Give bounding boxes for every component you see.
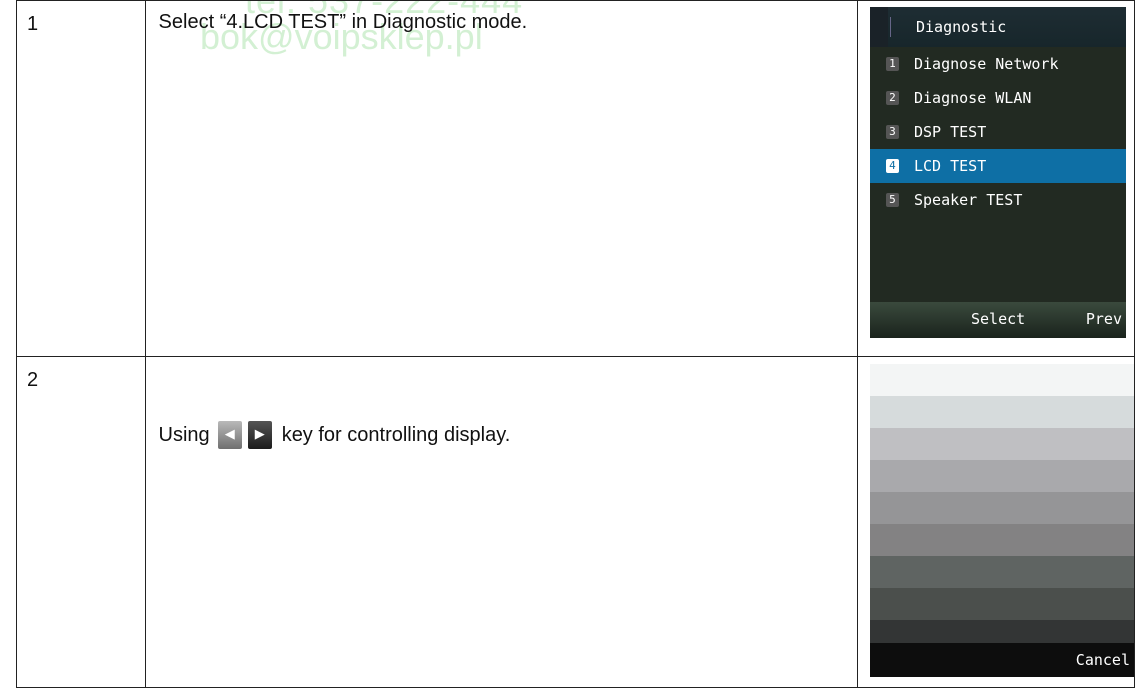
menu-item-number: 2: [885, 91, 899, 105]
lcd-test-screen: Cancel: [869, 364, 1134, 677]
softkey-prev[interactable]: Prev: [1086, 310, 1122, 328]
menu-item-label: LCD TEST: [913, 157, 987, 175]
screen-title: Diagnostic: [869, 7, 1126, 47]
step-row-2: 2 Using ◀ ▶ key for controlling display.…: [16, 356, 1135, 688]
gray-band: [869, 364, 1134, 396]
gray-band: [869, 588, 1134, 620]
step-number: 2: [16, 356, 146, 688]
step-description-cell: Select “4.LCD TEST” in Diagnostic mode.: [144, 0, 858, 357]
step-image-cell: Diagnostic 1 Diagnose Network 2 Diagnose WL…: [856, 0, 1135, 357]
grayscale-bands: [869, 364, 1134, 652]
step-description-cell: Using ◀ ▶ key for controlling display.: [144, 356, 858, 688]
step-text-after: key for controlling display.: [281, 423, 511, 446]
menu-item[interactable]: 4 LCD TEST: [869, 149, 1126, 183]
menu-item-number: 5: [885, 193, 899, 207]
gray-band: [869, 396, 1134, 428]
step-row-1: 1 Select “4.LCD TEST” in Diagnostic mode…: [16, 0, 1135, 357]
menu-item-number: 3: [885, 125, 899, 139]
softkey-bar: Cancel: [869, 643, 1134, 677]
step-number: 1: [16, 0, 146, 357]
menu-item[interactable]: 2 Diagnose WLAN: [870, 81, 1126, 115]
gray-band: [869, 460, 1134, 492]
right-arrow-key-icon: ▶: [247, 421, 272, 449]
menu-item-label: Diagnose Network: [913, 55, 1059, 73]
gray-band: [869, 524, 1134, 556]
menu-item-number: 1: [885, 57, 899, 71]
gray-band: [869, 556, 1134, 588]
softkey-bar: Select Prev: [869, 302, 1126, 338]
menu-item[interactable]: 5 Speaker TEST: [870, 183, 1126, 217]
menu-item-label: Speaker TEST: [913, 191, 1023, 209]
menu-item-label: Diagnose WLAN: [913, 89, 1032, 107]
steps-table: 1 Select “4.LCD TEST” in Diagnostic mode…: [16, 0, 1135, 688]
menu-item-number: 4: [885, 159, 899, 173]
menu-item-label: DSP TEST: [913, 123, 987, 141]
softkey-cancel[interactable]: Cancel: [1076, 651, 1130, 669]
step-text-before: Using: [158, 423, 210, 446]
left-arrow-key-icon: ◀: [217, 421, 242, 449]
step-description: Select “4.LCD TEST” in Diagnostic mode.: [158, 11, 528, 33]
diagnostic-menu: 1 Diagnose Network 2 Diagnose WLAN 3 DSP TEST…: [869, 47, 1126, 217]
step-image-cell: Cancel: [856, 356, 1135, 688]
softkey-select[interactable]: Select: [971, 310, 1025, 328]
menu-item[interactable]: 1 Diagnose Network: [870, 47, 1126, 81]
gray-band: [869, 428, 1134, 460]
diagnostic-screen: Diagnostic 1 Diagnose Network 2 Diagnose WL…: [869, 7, 1126, 338]
gray-band: [869, 492, 1134, 524]
step-description: Using ◀ ▶ key for controlling display.: [146, 357, 857, 449]
menu-item[interactable]: 3 DSP TEST: [870, 115, 1126, 149]
